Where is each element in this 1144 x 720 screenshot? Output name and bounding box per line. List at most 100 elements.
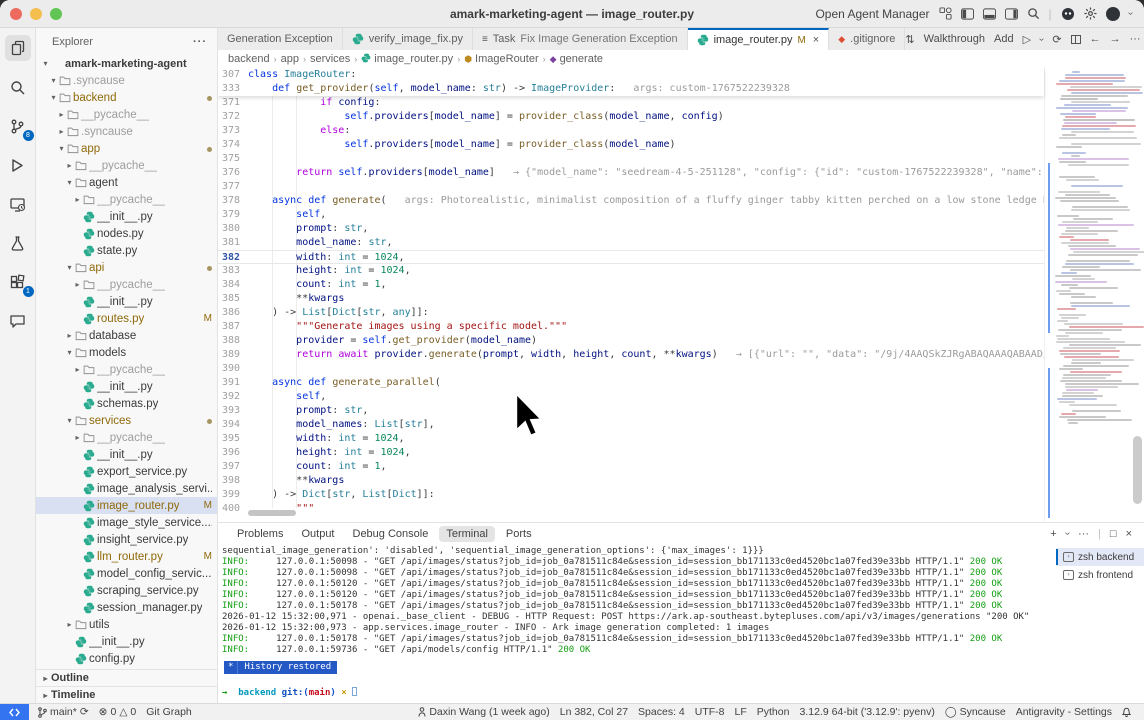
tree-file-image-router-py[interactable]: image_router.py M	[36, 497, 217, 514]
extensions-activity-icon[interactable]: 1	[5, 269, 34, 297]
panel-tab-terminal[interactable]: Terminal	[439, 525, 495, 542]
explorer-more-actions-icon[interactable]: ···	[193, 36, 207, 48]
zoom-window-button[interactable]	[50, 7, 62, 20]
tree-folder--pycache-[interactable]: ▸ __pycache__	[36, 191, 217, 208]
editor-vertical-scrollbar[interactable]	[1133, 436, 1142, 504]
editor-horizontal-scrollbar[interactable]	[248, 510, 296, 516]
tree-folder--pycache-[interactable]: ▸ __pycache__	[36, 429, 217, 446]
tree-folder-services[interactable]: ▾ services	[36, 412, 217, 429]
breadcrumb-item[interactable]: generate	[560, 53, 603, 65]
tree-folder--pycache-[interactable]: ▸ __pycache__	[36, 276, 217, 293]
chat-activity-icon[interactable]	[5, 308, 31, 334]
tree-file-image-style-service-[interactable]: image_style_service....	[36, 514, 217, 531]
indentation-status[interactable]: Spaces: 4	[633, 706, 690, 718]
panel-tab-problems[interactable]: Problems	[230, 526, 290, 542]
toggle-sidebar-icon[interactable]	[960, 7, 974, 20]
panel-tab-output[interactable]: Output	[294, 526, 341, 542]
tree-folder-database[interactable]: ▸ database	[36, 327, 217, 344]
tree-file-model-config-servic-[interactable]: model_config_servic...	[36, 565, 217, 582]
tree-file-scraping-service-py[interactable]: scraping_service.py	[36, 582, 217, 599]
language-mode-status[interactable]: Python	[752, 706, 795, 718]
tree-folder--syncause[interactable]: ▾ .syncause	[36, 72, 217, 89]
run-debug-activity-icon[interactable]	[5, 152, 31, 178]
tree-folder--pycache-[interactable]: ▸ __pycache__	[36, 106, 217, 123]
breadcrumb-item[interactable]: services	[310, 53, 350, 65]
timeline-section[interactable]: ▸ Timeline	[36, 686, 217, 703]
outline-section[interactable]: ▸ Outline	[36, 669, 217, 686]
remote-indicator[interactable]	[0, 703, 29, 720]
eol-status[interactable]: LF	[730, 706, 752, 718]
testing-activity-icon[interactable]	[5, 230, 31, 256]
tree-folder-api[interactable]: ▾ api	[36, 259, 217, 276]
sync-loop-icon[interactable]: ⟳	[1052, 33, 1061, 46]
tree-file-routes-py[interactable]: routes.py M	[36, 310, 217, 327]
git-branch-status[interactable]: main* ⟳	[33, 706, 94, 718]
sync-icon[interactable]: ⟳	[80, 706, 89, 718]
new-terminal-icon[interactable]: +	[1050, 528, 1056, 540]
tree-file--init-py[interactable]: __init__.py	[36, 293, 217, 310]
source-control-activity-icon[interactable]: 8	[5, 113, 34, 141]
copilot-icon[interactable]	[1061, 7, 1075, 21]
editor-tab-task[interactable]: ≡ Task Fix Image Generation Exception	[472, 28, 688, 50]
tree-file--init-py[interactable]: __init__.py	[36, 378, 217, 395]
open-agent-manager-button[interactable]: Open Agent Manager	[815, 7, 929, 21]
close-panel-icon[interactable]: ×	[1126, 528, 1132, 540]
panel-tab-debug-console[interactable]: Debug Console	[346, 526, 436, 542]
tree-folder--syncause[interactable]: ▸ .syncause	[36, 123, 217, 140]
tree-file-image-analysis-servi-[interactable]: image_analysis_servi...	[36, 480, 217, 497]
add-button[interactable]: Add	[994, 33, 1014, 45]
python-interpreter-status[interactable]: 3.12.9 64-bit ('3.12.9': pyenv)	[794, 706, 939, 718]
maximize-panel-icon[interactable]: □	[1110, 528, 1117, 540]
run-file-icon[interactable]: ▷	[1023, 33, 1031, 46]
tree-folder-agent[interactable]: ▾ agent	[36, 174, 217, 191]
navigate-back-icon[interactable]: ←	[1090, 33, 1101, 45]
tree-file-config-py[interactable]: config.py	[36, 650, 217, 667]
close-window-button[interactable]	[10, 7, 22, 20]
syncause-status[interactable]: ◯ Syncause	[940, 706, 1011, 718]
tree-folder-backend[interactable]: ▾ backend	[36, 89, 217, 106]
settings-gear-icon[interactable]	[1084, 7, 1097, 20]
panel-tab-ports[interactable]: Ports	[499, 526, 539, 542]
encoding-status[interactable]: UTF-8	[690, 706, 730, 718]
tree-file-state-py[interactable]: state.py	[36, 242, 217, 259]
toggle-secondary-sidebar-icon[interactable]	[1004, 7, 1018, 20]
settings-sync-status[interactable]: Antigravity - Settings	[1011, 706, 1117, 718]
breadcrumb-item[interactable]: backend	[228, 53, 270, 65]
account-chevron-icon[interactable]: ›	[1125, 12, 1136, 15]
notifications-bell-icon[interactable]	[1117, 707, 1136, 717]
walkthrough-button[interactable]: Walkthrough	[924, 33, 985, 45]
tree-folder-app[interactable]: ▾ app	[36, 140, 217, 157]
agent-manager-icon[interactable]	[938, 7, 952, 20]
run-dropdown-icon[interactable]: ›	[1036, 37, 1047, 40]
remote-explorer-activity-icon[interactable]	[5, 191, 31, 217]
tree-file-llm-router-py[interactable]: llm_router.py M	[36, 548, 217, 565]
walkthrough-icon[interactable]: ⇅	[905, 33, 914, 46]
breadcrumb-item[interactable]: image_router.py	[374, 53, 453, 65]
terminal-profile-dropdown-icon[interactable]: ›	[1062, 532, 1073, 535]
toggle-panel-icon[interactable]	[982, 7, 996, 20]
terminal-output[interactable]: sequential_image_generation': 'disabled'…	[218, 544, 1056, 703]
search-activity-icon[interactable]	[5, 74, 31, 100]
explorer-activity-icon[interactable]	[4, 35, 31, 61]
tree-file--init-py[interactable]: __init__.py	[36, 633, 217, 650]
breadcrumb-item[interactable]: ImageRouter	[475, 53, 539, 65]
terminal-session-zsh-backend[interactable]: › zsh backend	[1056, 548, 1144, 566]
git-graph-button[interactable]: Git Graph	[141, 706, 197, 718]
tree-folder-utils[interactable]: ▸ utils	[36, 616, 217, 633]
editor-tab-verify-image-fix-py[interactable]: verify_image_fix.py	[342, 28, 473, 50]
navigate-forward-icon[interactable]: →	[1110, 33, 1121, 45]
editor-tab-image-router-py[interactable]: image_router.py M ×	[687, 28, 830, 50]
tree-file--init-py[interactable]: __init__.py	[36, 208, 217, 225]
editor-tab--gitignore[interactable]: ◆ .gitignore	[829, 28, 906, 50]
breadcrumb-item[interactable]: app	[281, 53, 299, 65]
tab-close-icon[interactable]: ×	[813, 34, 819, 46]
tree-file-export-service-py[interactable]: export_service.py	[36, 463, 217, 480]
cursor-position-status[interactable]: Ln 382, Col 27	[555, 706, 633, 718]
search-icon[interactable]	[1027, 7, 1040, 20]
tree-folder-models[interactable]: ▾ models	[36, 344, 217, 361]
tree-file-insight-service-py[interactable]: insight_service.py	[36, 531, 217, 548]
panel-more-icon[interactable]: ···	[1078, 528, 1089, 540]
minimize-window-button[interactable]	[30, 7, 42, 20]
tree-file-schemas-py[interactable]: schemas.py	[36, 395, 217, 412]
account-avatar[interactable]	[1105, 6, 1120, 21]
